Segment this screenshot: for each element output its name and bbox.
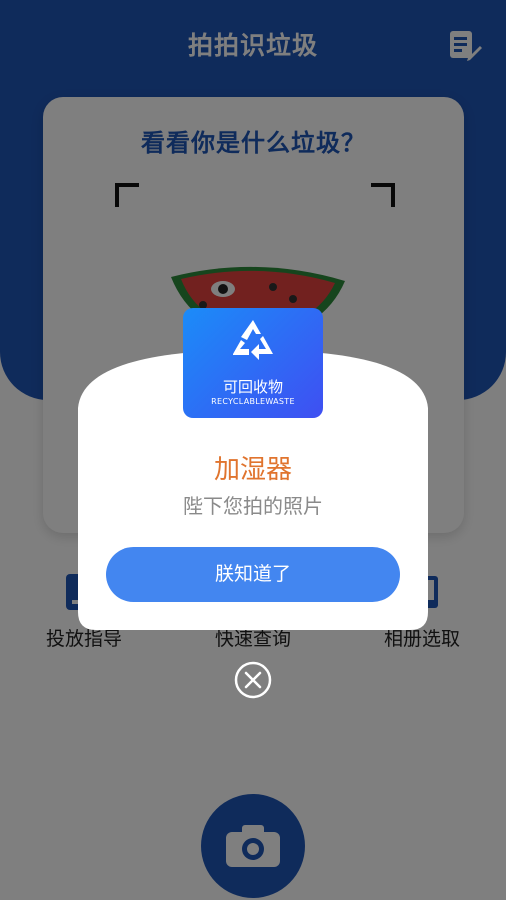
category-name-en: RECYCLABLEWASTE: [211, 397, 295, 406]
result-item-name: 加湿器: [213, 455, 292, 485]
category-badge: 可回收物 RECYCLABLEWASTE: [183, 308, 323, 418]
recycle-icon: [233, 320, 273, 360]
close-circle-icon[interactable]: [233, 660, 273, 700]
category-name: 可回收物: [222, 378, 283, 396]
ok-button[interactable]: 朕知道了: [106, 547, 400, 602]
result-subtitle: 陛下您拍的照片: [183, 494, 323, 518]
